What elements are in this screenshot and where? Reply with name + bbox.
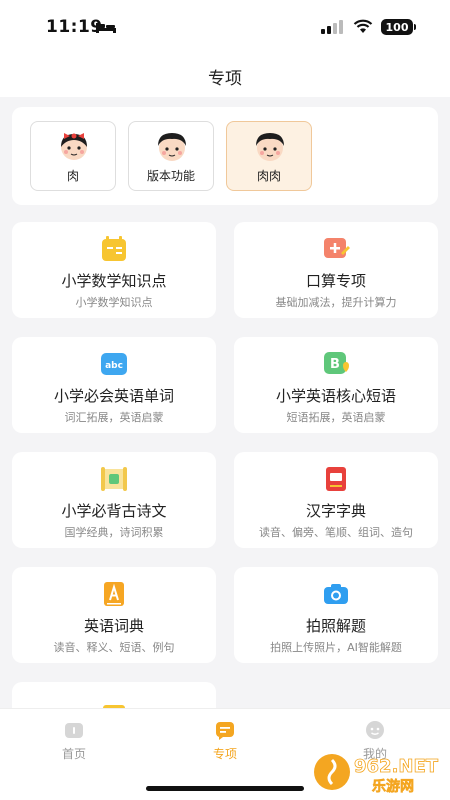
status-bar: 11:19 100 xyxy=(0,0,450,55)
tab-special[interactable]: 专项 xyxy=(175,719,275,769)
camera-icon xyxy=(324,584,348,604)
feature-title: 小学英语核心短语 xyxy=(275,387,396,405)
boy-avatar-icon xyxy=(158,133,186,161)
character-label: 肉 xyxy=(66,169,79,183)
tab-home[interactable]: 首页 xyxy=(24,719,124,769)
tab-label: 首页 xyxy=(61,747,86,761)
watermark-text: 962.NET xyxy=(354,756,439,777)
english-dict-icon xyxy=(104,582,124,606)
feature-card-english-phrases[interactable]: B 小学英语核心短语 短语拓展，英语启蒙 xyxy=(234,337,438,433)
feature-subtitle: 小学数学知识点 xyxy=(75,296,153,309)
special-icon xyxy=(216,722,234,740)
battery-indicator: 100 xyxy=(381,19,416,35)
watermark-subtext: 乐游网 xyxy=(372,778,414,795)
character-label: 肉肉 xyxy=(256,169,281,183)
feature-title: 小学数学知识点 xyxy=(61,272,167,290)
feature-card-ancient-poems[interactable]: 小学必背古诗文 国学经典，诗词积累 xyxy=(12,452,216,548)
feature-card-chinese-dictionary[interactable]: 汉字字典 读音、偏旁、笔顺、组词、造句 xyxy=(234,452,438,548)
dictionary-icon xyxy=(326,467,346,491)
feature-subtitle: 基础加减法，提升计算力 xyxy=(275,296,397,309)
girl-avatar-icon xyxy=(61,133,87,160)
feature-title: 口算专项 xyxy=(305,272,366,290)
home-icon xyxy=(65,723,83,738)
svg-text:B: B xyxy=(330,357,340,372)
feature-title: 拍照解题 xyxy=(305,617,366,635)
wifi-icon xyxy=(353,19,373,33)
signal-icon xyxy=(321,20,343,34)
math-card-icon xyxy=(324,238,350,258)
svg-text:abc: abc xyxy=(105,361,123,371)
feature-title: 小学必会英语单词 xyxy=(53,387,174,405)
feature-subtitle: 读音、偏旁、笔顺、组词、造句 xyxy=(259,526,413,539)
feature-title: 小学必背古诗文 xyxy=(61,502,167,520)
b-badge-icon: B xyxy=(324,352,349,374)
feature-title: 汉字字典 xyxy=(305,502,366,520)
character-selector: 肉 版本功能 肉肉 xyxy=(12,107,438,205)
feature-card-english-words[interactable]: abc 小学必会英语单词 词汇拓展，英语启蒙 xyxy=(12,337,216,433)
feature-subtitle: 词汇拓展，英语启蒙 xyxy=(64,411,164,424)
feature-card-math-knowledge[interactable]: 小学数学知识点 小学数学知识点 xyxy=(12,222,216,318)
scroll-icon xyxy=(101,467,127,491)
site-watermark: 962.NET 乐游网 xyxy=(314,754,439,795)
feature-subtitle: 短语拓展，英语启蒙 xyxy=(286,411,386,424)
profile-icon xyxy=(366,721,384,739)
boy-avatar-icon xyxy=(256,133,284,161)
bed-icon xyxy=(96,23,116,33)
page-title: 专项 xyxy=(208,68,242,89)
feature-card-mental-math[interactable]: 口算专项 基础加减法，提升计算力 xyxy=(234,222,438,318)
feature-title: 英语词典 xyxy=(83,617,144,635)
character-label: 版本功能 xyxy=(146,169,195,183)
home-indicator xyxy=(146,786,304,791)
feature-card-english-dictionary[interactable]: 英语词典 读音、释义、短语、例句 xyxy=(12,567,216,663)
feature-subtitle: 拍照上传照片，AI智能解题 xyxy=(270,641,402,654)
feature-subtitle: 读音、释义、短语、例句 xyxy=(53,641,175,654)
character-card-rourou[interactable]: 肉肉 xyxy=(226,121,312,191)
battery-level: 100 xyxy=(385,20,409,34)
header: 专项 xyxy=(0,55,450,97)
feature-subtitle: 国学经典，诗词积累 xyxy=(64,526,164,539)
character-card-rou[interactable]: 肉 xyxy=(30,121,116,191)
status-time: 11:19 xyxy=(46,17,103,37)
calculator-icon xyxy=(102,236,126,261)
feature-card-photo-solve[interactable]: 拍照解题 拍照上传照片，AI智能解题 xyxy=(234,567,438,663)
abc-icon: abc xyxy=(101,353,127,375)
tab-label: 专项 xyxy=(212,747,237,761)
character-card-version[interactable]: 版本功能 xyxy=(128,121,214,191)
